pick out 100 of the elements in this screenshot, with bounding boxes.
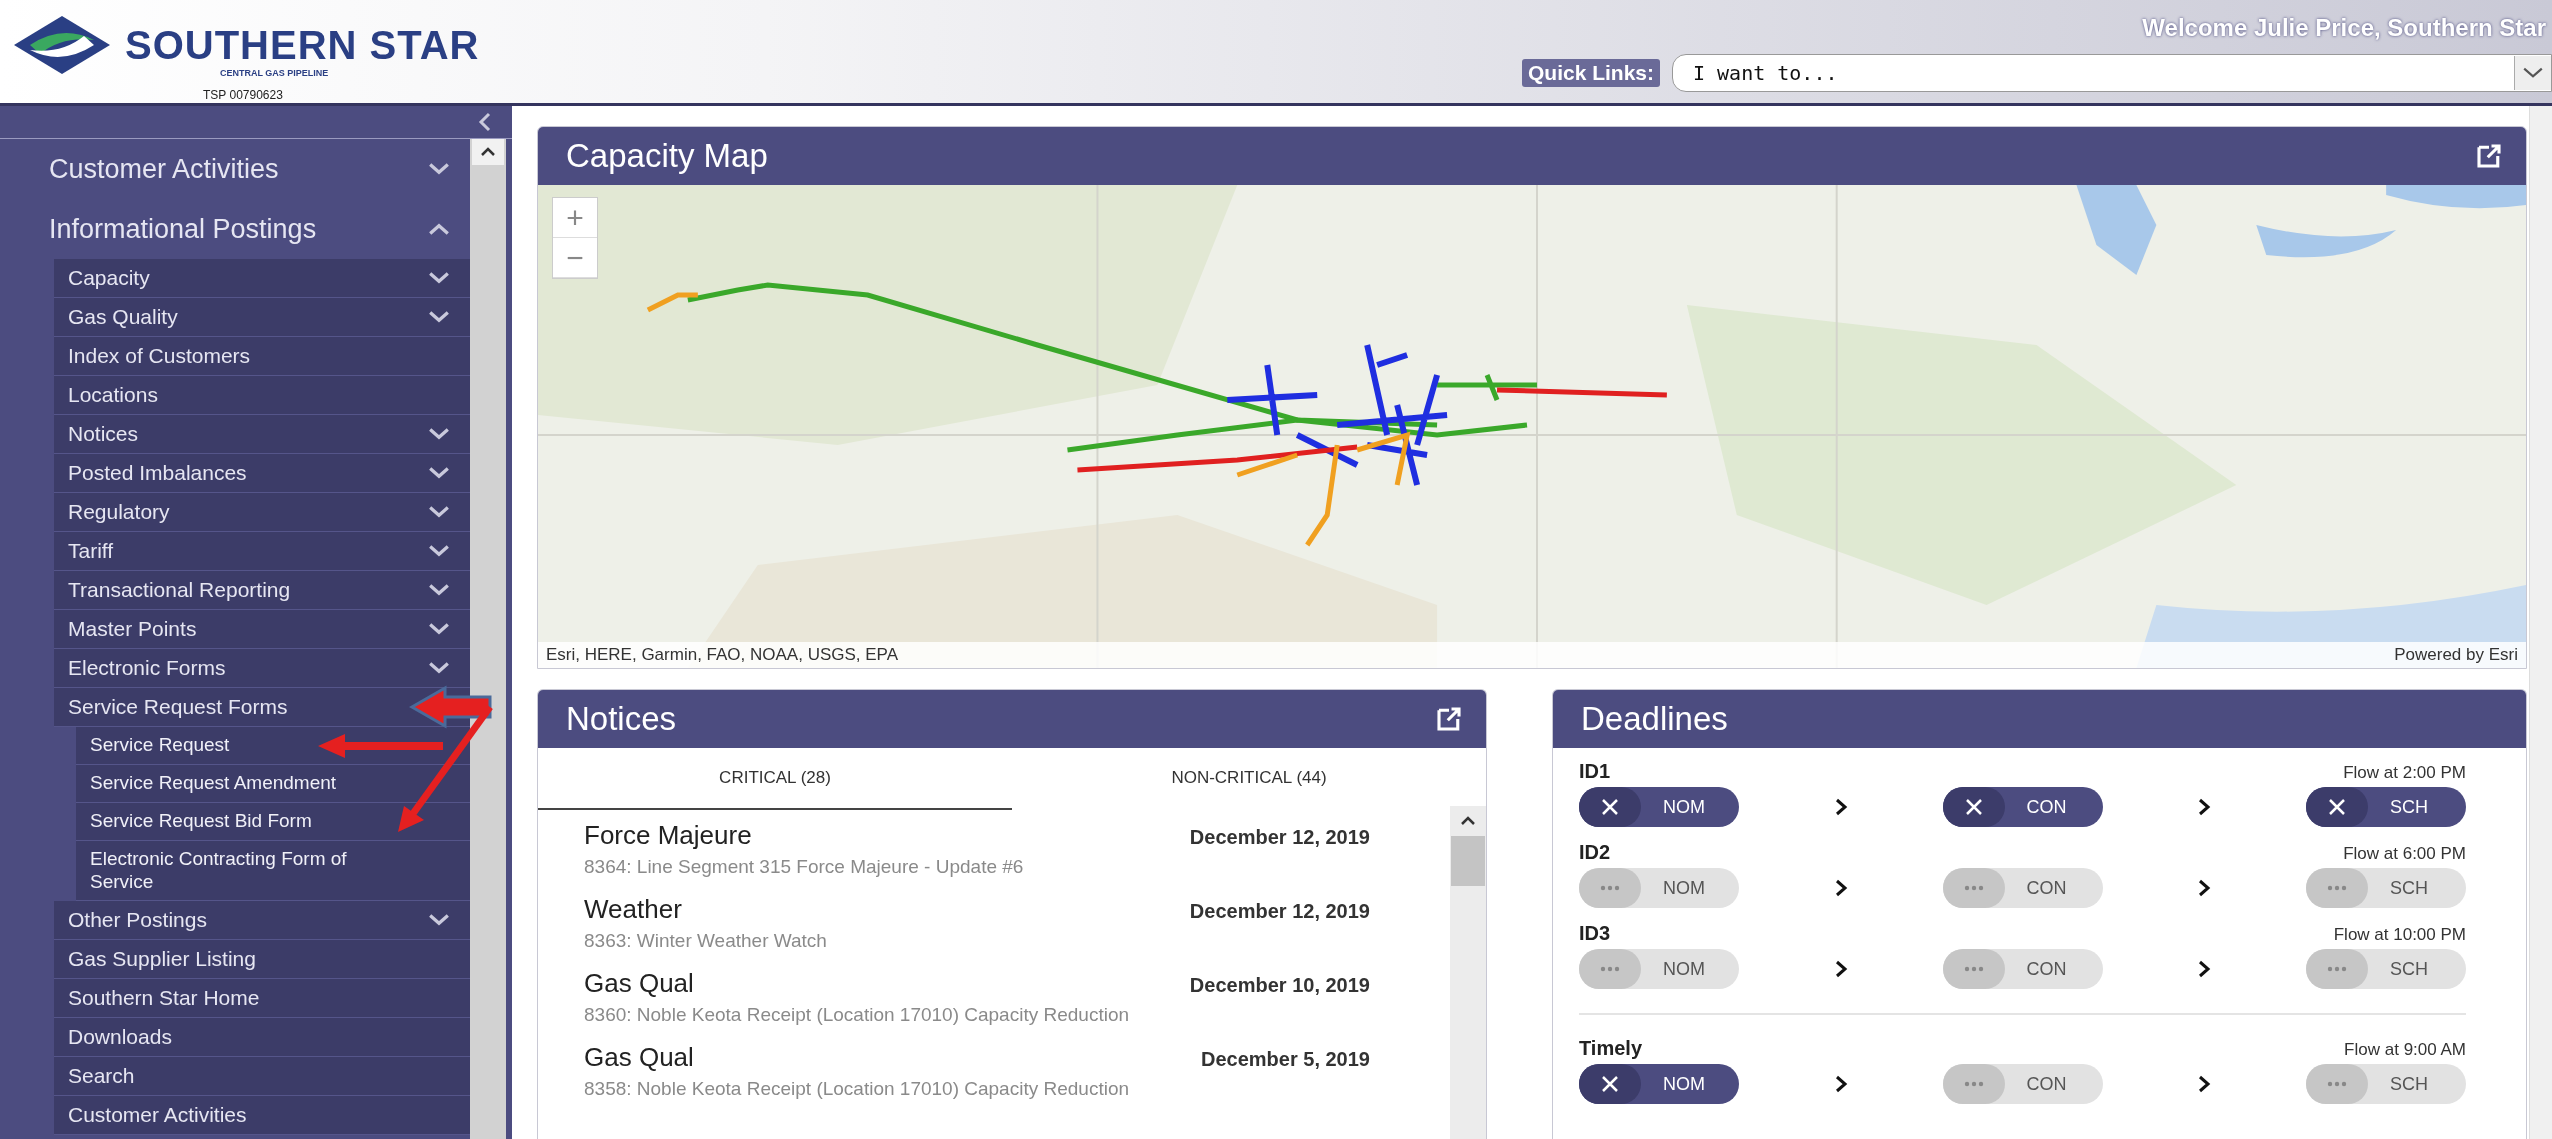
- deadline-label: ID3: [1579, 922, 1611, 945]
- chevron-right-icon: [2197, 878, 2212, 898]
- sidebar-item[interactable]: Locations: [54, 376, 470, 415]
- deadline-label: ID2: [1579, 841, 1611, 864]
- chevron-down-icon: [428, 661, 450, 675]
- panel-title: Deadlines: [1581, 700, 1728, 738]
- dots-icon: [1963, 1081, 1984, 1087]
- sidebar-item[interactable]: Master Points: [54, 610, 470, 649]
- step-toggle[interactable]: SCH: [2306, 949, 2466, 989]
- sidebar-item[interactable]: Gas Supplier Listing: [54, 940, 470, 979]
- chevron-up-icon: [428, 222, 450, 236]
- external-link-icon[interactable]: [1434, 704, 1464, 734]
- sidebar-item[interactable]: Electronic Forms: [54, 649, 470, 688]
- dots-icon: [1963, 966, 1984, 972]
- step-toggle[interactable]: NOM: [1579, 949, 1739, 989]
- chevron-down-icon: [428, 622, 450, 636]
- logo-tagline: CENTRAL GAS PIPELINE: [220, 68, 330, 78]
- dots-icon: [1600, 966, 1620, 972]
- notice-date: December 5, 2019: [1201, 1048, 1370, 1071]
- deadline-label: Timely: [1579, 1037, 1642, 1060]
- chevron-down-icon: [428, 162, 450, 176]
- sidebar-item[interactable]: Informational Postings: [0, 199, 470, 259]
- flow-time: Flow at 6:00 PM: [2343, 844, 2466, 864]
- chevron-right-icon: [1833, 878, 1848, 898]
- sidebar-item[interactable]: Index of Customers: [54, 337, 470, 376]
- step-toggle[interactable]: SCH: [2306, 787, 2466, 827]
- welcome-text: Welcome Julie Price, Southern Star: [2142, 14, 2547, 42]
- step-toggle[interactable]: SCH: [2306, 1064, 2466, 1104]
- chevron-down-icon: [428, 310, 450, 324]
- dots-icon: [2327, 1081, 2347, 1087]
- flow-time: Flow at 9:00 AM: [2344, 1040, 2466, 1060]
- step-toggle[interactable]: CON: [1942, 868, 2103, 908]
- dots-icon: [2327, 885, 2347, 891]
- sidebar-item[interactable]: Service Request Forms: [54, 688, 470, 727]
- powered-by-link[interactable]: Powered by Esri: [2394, 645, 2518, 665]
- flow-time: Flow at 2:00 PM: [2343, 763, 2466, 783]
- notice-title[interactable]: Gas Qual: [584, 1042, 694, 1073]
- collapse-icon[interactable]: [478, 112, 492, 132]
- chevron-down-icon: [2522, 66, 2544, 80]
- sidebar-item[interactable]: Electronic Contracting Form of Service: [76, 841, 470, 901]
- chevron-right-icon: [1833, 959, 1848, 979]
- scroll-up-icon[interactable]: [1460, 816, 1476, 826]
- scroll-up-icon[interactable]: [480, 147, 496, 157]
- close-icon: [1600, 797, 1620, 817]
- chevron-down-icon: [428, 466, 450, 480]
- sidebar-item[interactable]: Downloads: [54, 1018, 470, 1057]
- sidebar-item[interactable]: Tariff: [54, 532, 470, 571]
- notice-title[interactable]: Force Majeure: [584, 820, 752, 851]
- close-icon: [1963, 797, 1984, 817]
- sidebar-item[interactable]: Posted Imbalances: [54, 454, 470, 493]
- sidebar-item[interactable]: Notices: [54, 415, 470, 454]
- sidebar-item[interactable]: Other Postings: [54, 901, 470, 940]
- sidebar-item[interactable]: Gas Quality: [54, 298, 470, 337]
- sidebar-item[interactable]: Capacity: [54, 259, 470, 298]
- notice-date: December 10, 2019: [1189, 974, 1370, 997]
- map-attribution: Esri, HERE, Garmin, FAO, NOAA, USGS, EPA: [546, 645, 899, 665]
- tsp-number: TSP 00790623: [203, 88, 284, 102]
- chevron-right-icon: [2197, 959, 2212, 979]
- close-icon: [2327, 797, 2347, 817]
- notice-title[interactable]: Weather: [584, 894, 682, 925]
- deadline-label: ID1: [1579, 760, 1611, 783]
- external-link-icon[interactable]: [2474, 141, 2504, 171]
- dots-icon: [1600, 885, 1620, 891]
- notice-date: December 12, 2019: [1189, 826, 1370, 849]
- notice-description: 8358: Noble Keota Receipt (Location 17010) Capacity Reduction: [584, 1078, 1131, 1100]
- scrollbar-thumb[interactable]: [1451, 836, 1485, 886]
- step-toggle[interactable]: CON: [1942, 949, 2103, 989]
- notice-date: December 12, 2019: [1189, 900, 1370, 923]
- step-toggle[interactable]: NOM: [1579, 1064, 1739, 1104]
- notice-description: 8364: Line Segment 315 Force Majeure - Update #6: [584, 856, 1025, 878]
- chevron-down-icon: [428, 583, 450, 597]
- sidebar-item[interactable]: Southern Star Home: [54, 979, 470, 1018]
- step-toggle[interactable]: CON: [1942, 787, 2103, 827]
- quick-links-dropdown[interactable]: I want to...: [1672, 54, 2552, 92]
- sidebar-item[interactable]: Regulatory: [54, 493, 470, 532]
- chevron-right-icon: [2197, 1074, 2212, 1094]
- chevron-down-icon: [428, 271, 450, 285]
- chevron-down-icon: [428, 913, 450, 927]
- sidebar-item[interactable]: Customer Activities: [0, 139, 470, 199]
- dots-icon: [1963, 885, 1984, 891]
- step-toggle[interactable]: NOM: [1579, 868, 1739, 908]
- step-toggle[interactable]: CON: [1942, 1064, 2103, 1104]
- sidebar-item[interactable]: Search: [54, 1057, 470, 1096]
- close-icon: [1600, 1074, 1620, 1094]
- notice-title[interactable]: Gas Qual: [584, 968, 694, 999]
- quick-links-label: Quick Links:: [1521, 59, 1660, 87]
- sidebar-item[interactable]: Service Request Amendment: [76, 765, 470, 803]
- dots-icon: [2327, 966, 2347, 972]
- step-toggle[interactable]: NOM: [1579, 787, 1739, 827]
- flow-time: Flow at 10:00 PM: [2333, 925, 2466, 945]
- chevron-right-icon: [1833, 1074, 1848, 1094]
- sidebar-item[interactable]: Service Request Bid Form: [76, 803, 470, 841]
- scrollbar[interactable]: [2529, 106, 2552, 1139]
- sidebar-item[interactable]: Transactional Reporting: [54, 571, 470, 610]
- panel-title: Capacity Map: [566, 137, 768, 175]
- sidebar-item[interactable]: Service Request: [76, 727, 470, 765]
- chevron-down-icon: [428, 505, 450, 519]
- step-toggle[interactable]: SCH: [2306, 868, 2466, 908]
- panel-title: Notices: [566, 700, 677, 738]
- sidebar-item[interactable]: Customer Activities: [54, 1096, 470, 1135]
